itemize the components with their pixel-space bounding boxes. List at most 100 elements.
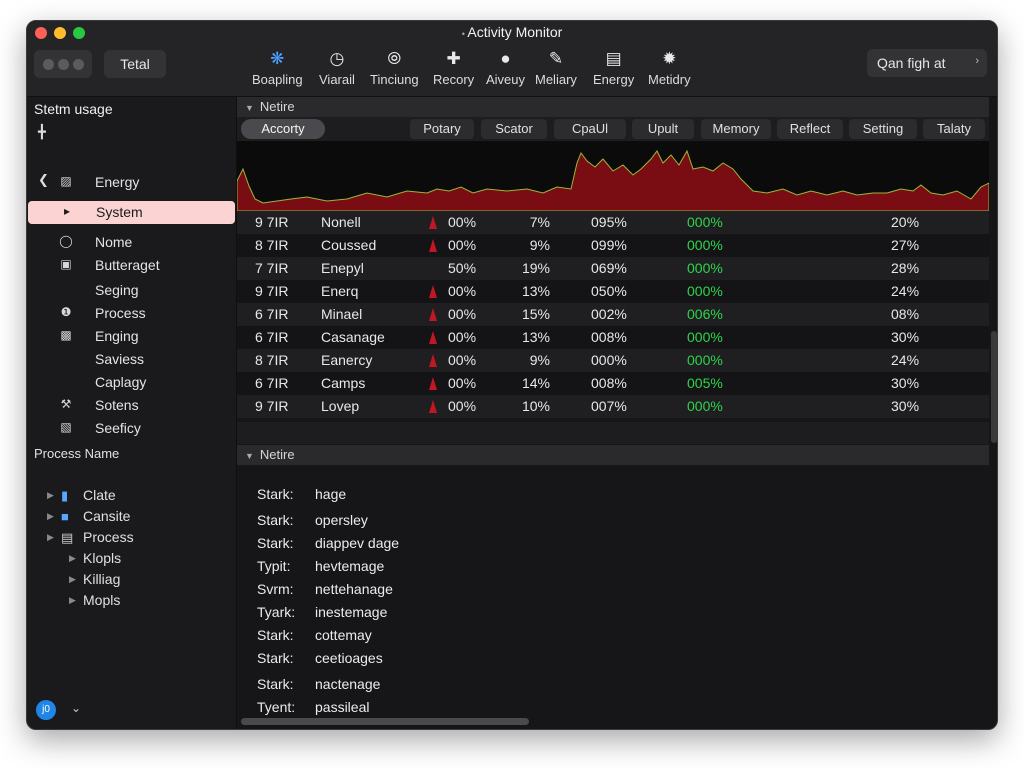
column-header-bar: Accorty Potary Scator CpaUl Upult Memory… — [237, 117, 989, 141]
sidebar-item-sotens[interactable]: ⚒ Sotens — [27, 394, 237, 417]
warning-triangle-icon — [429, 308, 437, 321]
table-row[interactable]: 8 7IR Coussed 00% 9% 099% 000% 27% — [237, 234, 989, 257]
warning-triangle-icon — [429, 377, 437, 390]
sidebar-item-energy[interactable]: ▨ Energy — [27, 171, 237, 194]
idle-cell: 000% — [687, 214, 723, 230]
tool-label: Meliary — [535, 72, 577, 87]
column-setting[interactable]: Setting — [849, 119, 917, 139]
cpu-cell: 00% — [448, 398, 477, 414]
horizontal-scrollbar[interactable] — [241, 718, 529, 725]
book-icon: ▧ — [60, 420, 72, 434]
list-icon: ▤ — [605, 49, 622, 68]
detail-value: hevtemage — [315, 558, 385, 574]
disclosure-triangle-icon[interactable]: ▼ — [245, 451, 254, 461]
table-row[interactable]: 8 7IR Eanercy 00% 9% 000% 000% 24% — [237, 349, 989, 372]
total-button[interactable]: Tetal — [104, 50, 166, 78]
disclosure-triangle-icon[interactable]: ▶ — [69, 553, 76, 564]
detail-row: Stark: cottemay — [257, 627, 372, 643]
column-upult[interactable]: Upult — [632, 119, 694, 139]
column-potary[interactable]: Potary — [410, 119, 474, 139]
pid-cell: 9 7IR — [255, 398, 289, 414]
idle-cell: 000% — [687, 352, 723, 368]
section-header-top[interactable]: ▼ Netire — [237, 97, 989, 117]
sidebar-item-seeficy[interactable]: ▧ Seeficy — [27, 417, 237, 440]
tool-tinciung[interactable]: ⦾ Tinciung — [370, 49, 419, 87]
pid-cell: 9 7IR — [255, 214, 289, 230]
aperture-icon: ✹ — [662, 49, 677, 68]
warning-triangle-icon — [429, 400, 437, 413]
detail-key: Stark: — [257, 676, 294, 692]
disclosure-triangle-icon[interactable]: ▶ — [69, 574, 76, 585]
cpu-cell: 00% — [448, 352, 477, 368]
sidebar-item-label: Saviess — [95, 351, 145, 367]
sidebar-item-seging[interactable]: Seging — [27, 279, 237, 302]
disclosure-triangle-icon[interactable]: ▶ — [47, 532, 54, 543]
threads-cell: 095% — [591, 214, 627, 230]
detail-row: Svrm: nettehanage — [257, 581, 393, 597]
vertical-scrollbar[interactable] — [991, 331, 997, 443]
disclosure-triangle-icon[interactable]: ▶ — [47, 490, 54, 501]
table-row[interactable]: 9 7IR Enerq 00% 13% 050% 000% 24% — [237, 280, 989, 303]
tool-recory[interactable]: ✚ Recory — [433, 49, 474, 87]
detail-value: hage — [315, 486, 347, 502]
percent-cell: 20% — [891, 214, 920, 230]
detail-key: Stark: — [257, 650, 294, 666]
warning-triangle-icon — [429, 239, 437, 252]
sidebar-item-system[interactable]: ▸ System — [28, 201, 235, 224]
column-cpaul[interactable]: CpaUl — [554, 119, 626, 139]
percent-cell: 30% — [891, 398, 920, 414]
search-field[interactable]: Qan figh at › — [867, 49, 987, 77]
avatar[interactable]: j0 — [36, 700, 56, 720]
chevron-right-icon[interactable]: › — [975, 55, 979, 67]
sidebar-item-enging[interactable]: ▩ Enging — [27, 325, 237, 348]
column-memory[interactable]: Memory — [701, 119, 771, 139]
pid-cell: 8 7IR — [255, 352, 289, 368]
time-cell: 15% — [521, 306, 550, 322]
column-accorty[interactable]: Accorty — [241, 119, 325, 139]
cpu-gear-icon: ❋ — [270, 49, 285, 68]
threads-cell: 008% — [591, 329, 627, 345]
table-row[interactable]: 6 7IR Minael 00% 15% 002% 006% 08% — [237, 303, 989, 326]
process-name-cell: Lovep — [321, 398, 360, 414]
table-row[interactable]: 9 7IR Lovep 00% 10% 007% 000% 30% — [237, 395, 989, 418]
process-name-cell: Camps — [321, 375, 366, 391]
detail-value: nettehanage — [315, 581, 393, 597]
idle-cell: 000% — [687, 283, 723, 299]
chevron-down-icon[interactable]: ⌄ — [71, 701, 81, 715]
table-row[interactable]: 6 7IR Casanage 00% 13% 008% 000% 30% — [237, 326, 989, 349]
tool-meliary[interactable]: ✎ Meliary — [535, 49, 577, 87]
sidebar-item-process[interactable]: ❶ Process — [27, 302, 237, 325]
drive-icon: ▤ — [61, 530, 74, 545]
tool-energy[interactable]: ▤ Energy — [593, 49, 634, 87]
tool-aiveuy[interactable]: ● Aiveuy — [486, 49, 525, 87]
column-talaty[interactable]: Talaty — [923, 119, 985, 139]
percent-cell: 30% — [891, 375, 920, 391]
column-scator[interactable]: Scator — [481, 119, 547, 139]
table-row[interactable]: 7 7IR Enepyl 50% 19% 069% 000% 28% — [237, 257, 989, 280]
tool-label: Energy — [593, 72, 635, 87]
sidebar-item-butteraget[interactable]: ▣ Butteraget — [27, 254, 237, 277]
detail-key: Stark: — [257, 512, 294, 528]
tool-viarail[interactable]: ◷ Viarail — [319, 49, 355, 87]
battery-icon: ▨ — [60, 174, 72, 188]
file-icon: ▮ — [61, 488, 69, 503]
table-row[interactable]: 9 7IR Nonell 00% 7% 095% 000% 20% — [237, 211, 989, 234]
detail-row: Stark: opersley — [257, 512, 368, 528]
process-name-cell: Coussed — [321, 237, 377, 253]
column-reflect[interactable]: Reflect — [777, 119, 843, 139]
disclosure-triangle-icon[interactable]: ▶ — [47, 511, 54, 522]
sidebar-item-nome[interactable]: ◯ Nome — [27, 231, 237, 254]
section-header-bottom[interactable]: ▼ Netire — [237, 445, 989, 465]
idle-cell: 000% — [687, 237, 723, 253]
tool-boapling[interactable]: ❋ Boapling — [252, 49, 303, 87]
process-name-cell: Casanage — [321, 329, 385, 345]
table-row[interactable]: 6 7IR Camps 00% 14% 008% 005% 30% — [237, 372, 989, 395]
view-mode-segment[interactable] — [34, 50, 92, 78]
sidebar-item-caplagy[interactable]: Caplagy — [27, 371, 237, 394]
activity-graph-svg — [237, 149, 989, 211]
sidebar-item-saviess[interactable]: Saviess — [27, 348, 237, 371]
disclosure-triangle-icon[interactable]: ▼ — [245, 103, 254, 113]
tool-metidry[interactable]: ✹ Metidry — [648, 49, 691, 87]
pin-icon[interactable]: ╋ — [38, 124, 46, 140]
disclosure-triangle-icon[interactable]: ▶ — [69, 595, 76, 606]
